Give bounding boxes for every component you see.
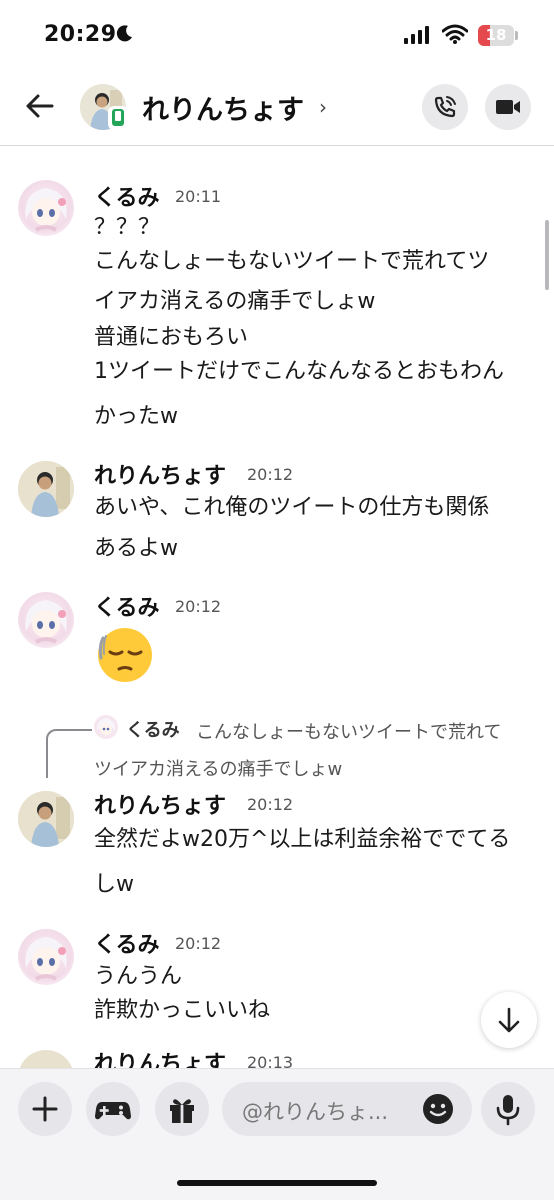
gift-button[interactable] <box>155 1082 209 1136</box>
message-line: あいや、これ俺のツイートの仕方も関係 <box>94 495 490 520</box>
pensive-face-emoji <box>95 624 155 684</box>
username[interactable]: くるみ <box>94 927 160 959</box>
wifi-icon <box>442 24 468 44</box>
reply-preview[interactable]: こんなしょーもないツイートで荒れて <box>196 718 501 744</box>
battery-level: 18 <box>485 26 507 44</box>
reply-avatar <box>94 715 118 739</box>
channel-name[interactable]: れりんちょす <box>142 88 304 127</box>
scroll-to-bottom-button[interactable] <box>481 992 537 1048</box>
username[interactable]: れりんちょす <box>94 458 226 490</box>
message-input-placeholder[interactable]: @れりんちょ... <box>242 1096 388 1126</box>
header-divider <box>0 145 554 146</box>
reply-connector <box>46 729 92 759</box>
timestamp: 20:12 <box>247 465 294 484</box>
battery-indicator: 18 <box>478 25 514 46</box>
avatar[interactable] <box>18 461 74 517</box>
avatar[interactable] <box>18 929 74 985</box>
voice-call-button[interactable] <box>422 84 468 130</box>
home-indicator <box>177 1180 377 1186</box>
username[interactable]: れりんちょす <box>94 788 226 820</box>
timestamp: 20:12 <box>175 597 222 616</box>
timestamp: 20:12 <box>247 795 294 814</box>
timestamp: 20:12 <box>175 934 222 953</box>
reply-connector-line <box>46 740 48 778</box>
back-arrow-icon[interactable] <box>22 88 58 124</box>
avatar[interactable] <box>18 592 74 648</box>
message-line: かったw <box>94 404 178 429</box>
message-line: 全然だよw20万^以上は利益余裕ででてる <box>94 827 511 852</box>
message-line: ？？？ <box>94 215 161 240</box>
add-attachment-button[interactable] <box>18 1082 72 1136</box>
message-line: 普通におもろい <box>94 325 249 350</box>
avatar[interactable] <box>18 791 74 847</box>
message-line: こんなしょーもないツイートで荒れてツ <box>94 249 490 274</box>
timestamp: 20:11 <box>175 187 222 206</box>
message-line: 詐欺かっこいいね <box>94 998 271 1023</box>
avatar[interactable] <box>18 180 74 236</box>
signal-icon <box>404 26 430 44</box>
message-line: 1ツイートだけでこんなんなるとおもわん <box>94 359 504 384</box>
voice-message-button[interactable] <box>481 1082 535 1136</box>
mobile-status-icon <box>108 106 128 130</box>
emoji-picker-icon[interactable] <box>422 1093 454 1125</box>
scrollbar[interactable] <box>545 220 549 290</box>
moon-icon <box>116 24 134 42</box>
chevron-right-icon[interactable]: › <box>319 95 327 119</box>
status-time: 20:29 <box>44 22 117 47</box>
video-call-button[interactable] <box>485 84 531 130</box>
username[interactable]: くるみ <box>94 590 160 622</box>
username[interactable]: くるみ <box>94 180 160 212</box>
gamepad-button[interactable] <box>86 1082 140 1136</box>
message-line: イアカ消えるの痛手でしょw <box>94 289 376 314</box>
battery-nub <box>515 31 518 40</box>
reply-preview[interactable]: ツイアカ消えるの痛手でしょw <box>94 755 342 781</box>
message-line: あるよw <box>94 536 178 561</box>
message-line: しw <box>94 872 134 897</box>
message-line: うんうん <box>94 964 183 989</box>
reply-username[interactable]: くるみ <box>126 716 180 742</box>
